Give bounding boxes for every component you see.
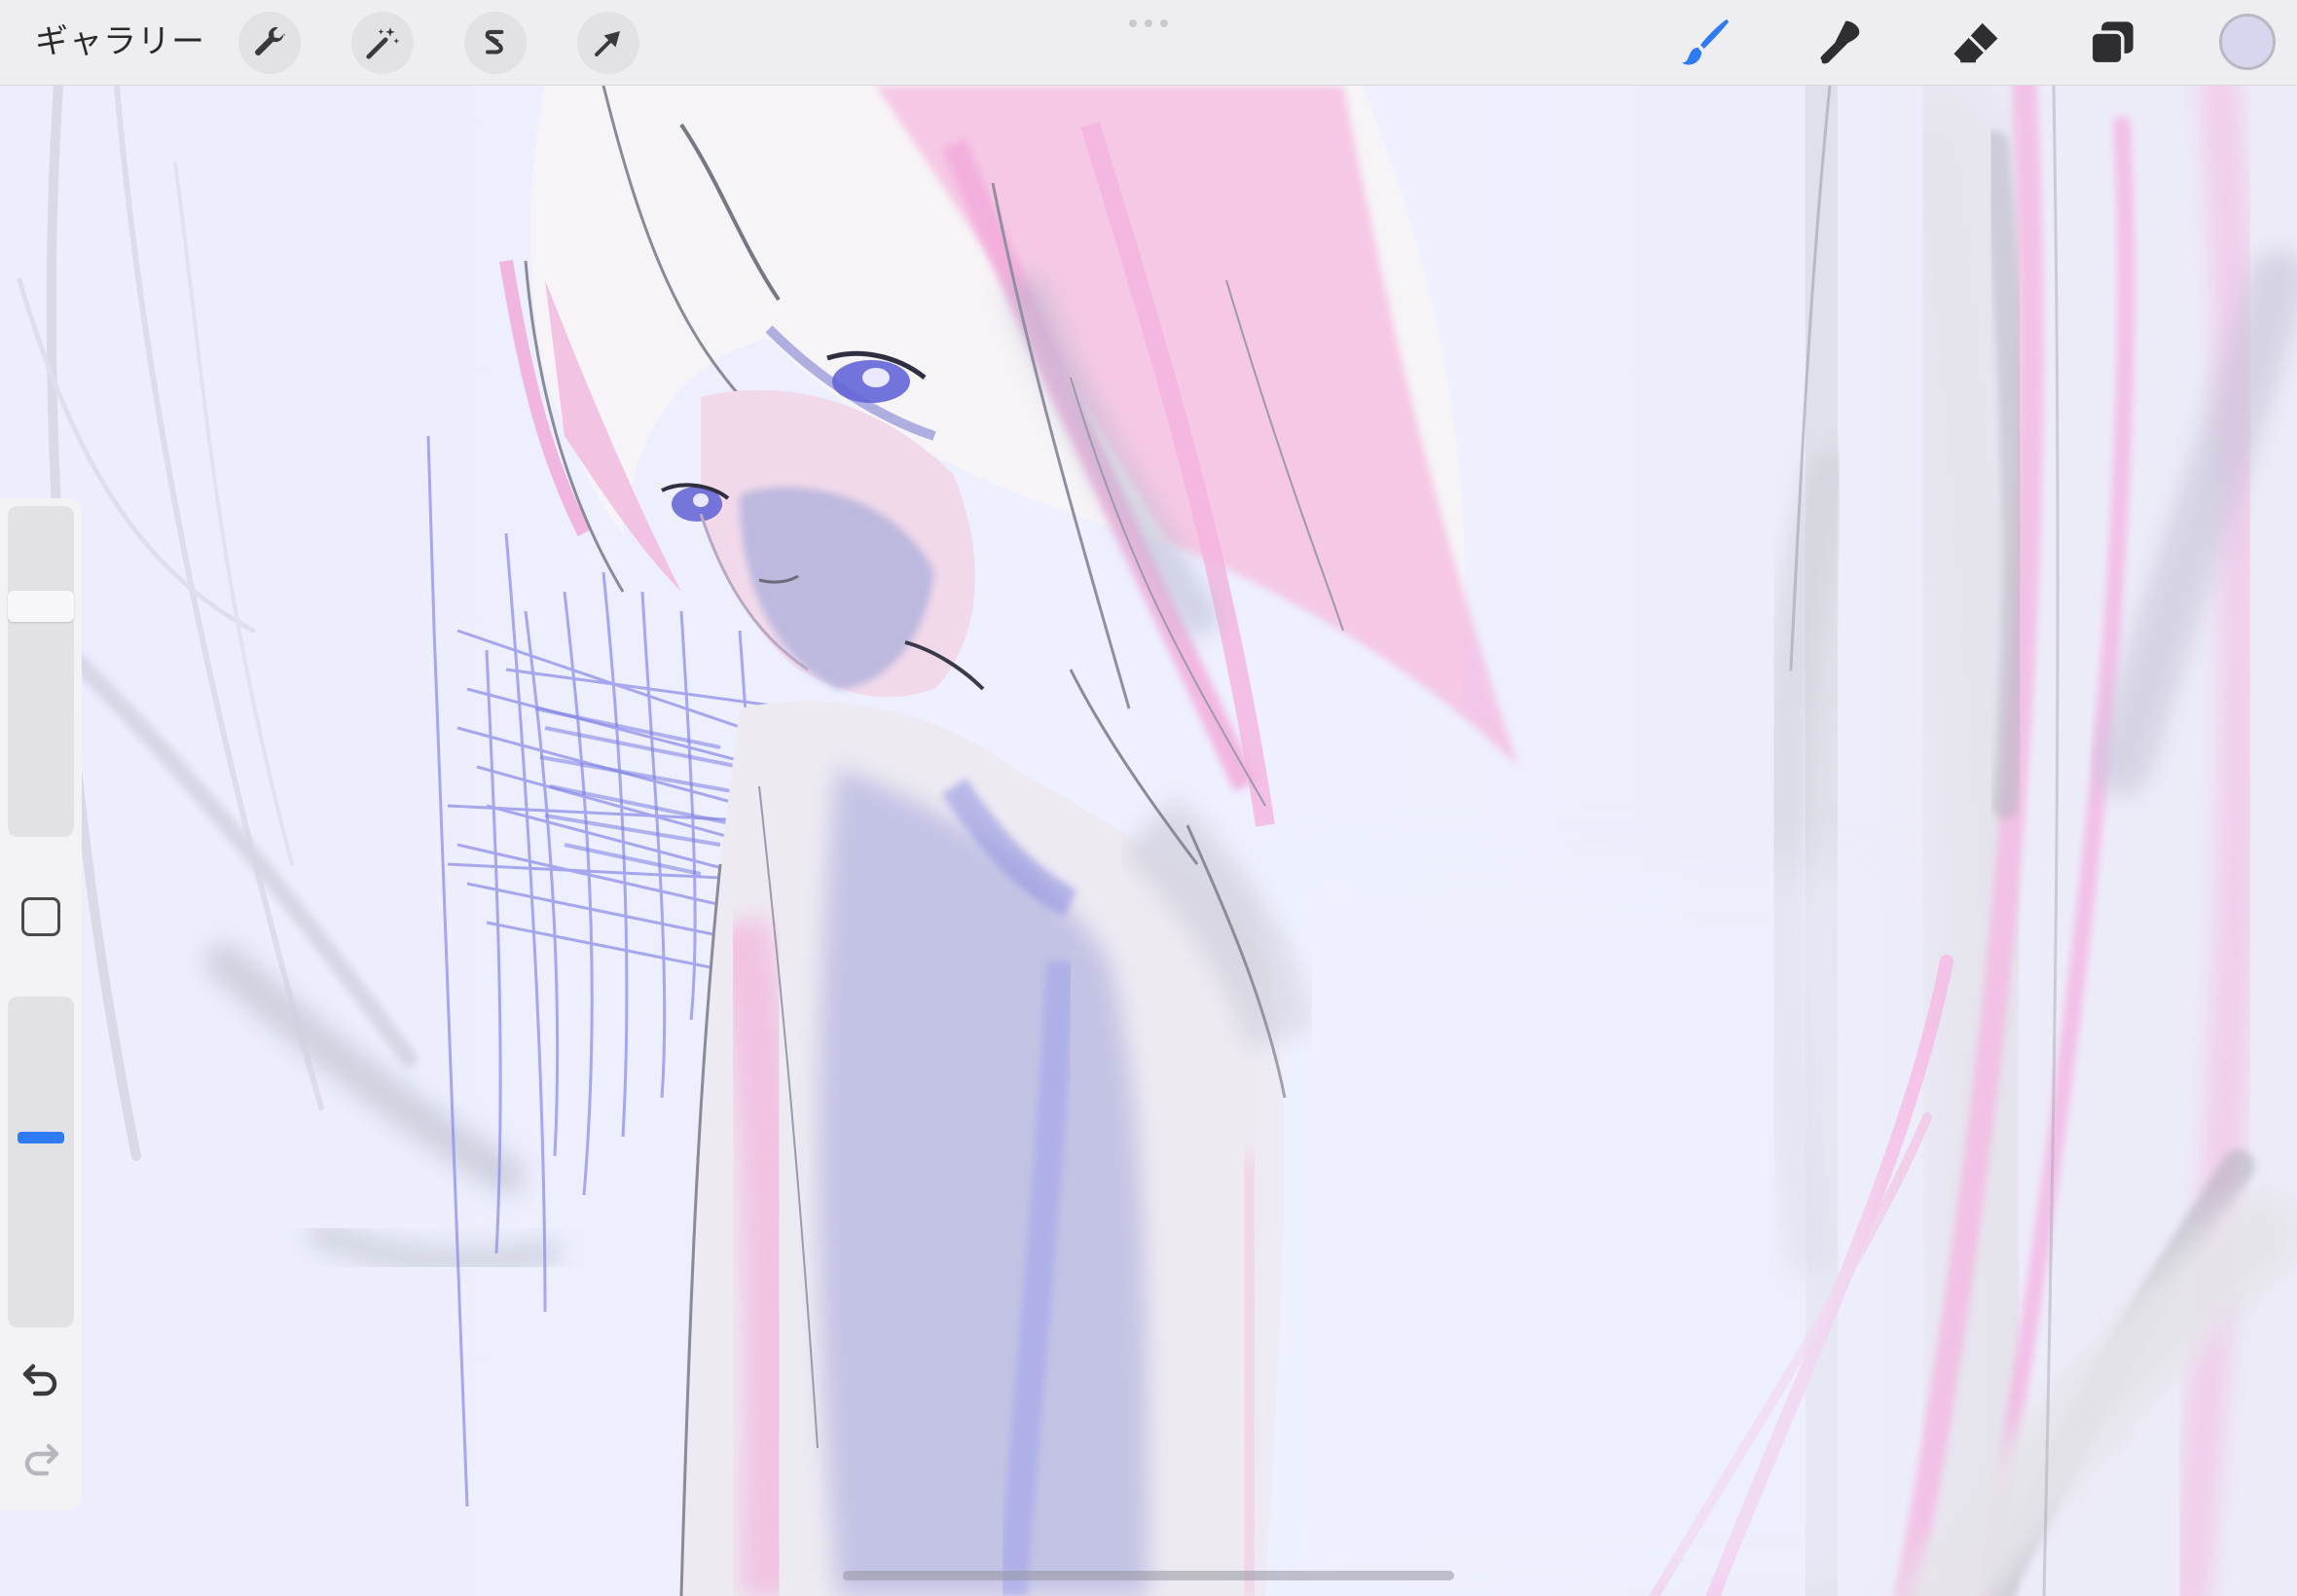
wrench-icon (255, 26, 285, 55)
undo-icon (22, 1363, 57, 1396)
brush-opacity-slider[interactable] (8, 997, 74, 1327)
transform-button[interactable] (577, 12, 639, 74)
layers-icon (2089, 21, 2133, 66)
selection-button[interactable] (464, 12, 527, 74)
eraser-icon (1953, 22, 1998, 63)
redo-button[interactable] (18, 1434, 64, 1481)
actions-button[interactable] (238, 12, 301, 74)
undo-button[interactable] (18, 1355, 64, 1401)
redo-icon (24, 1443, 59, 1476)
adjustments-button[interactable] (351, 12, 414, 74)
procreate-app: ギャラリー (0, 0, 2297, 1596)
modify-button[interactable] (21, 897, 60, 936)
arrow-cursor-icon (595, 31, 620, 56)
drawing-canvas[interactable] (0, 86, 2297, 1596)
smudge-icon (1820, 20, 1860, 64)
smudge-tool-button[interactable] (1812, 14, 1871, 72)
color-picker-button[interactable] (2219, 14, 2276, 70)
grabber-dot (1129, 19, 1137, 27)
brush-size-handle[interactable] (8, 591, 74, 622)
brush-icon (1681, 18, 1730, 65)
home-indicator[interactable] (843, 1571, 1454, 1580)
layers-button[interactable] (2083, 14, 2141, 72)
grabber-dot (1160, 19, 1168, 27)
brush-size-slider[interactable] (8, 506, 74, 837)
eraser-tool-button[interactable] (1947, 14, 2005, 72)
brush-opacity-handle[interactable] (18, 1132, 64, 1143)
brush-tool-button[interactable] (1676, 14, 1734, 72)
magic-wand-icon (366, 27, 400, 59)
gallery-button[interactable]: ギャラリー (35, 19, 205, 64)
grabber-dot (1145, 19, 1152, 27)
selection-s-icon (485, 29, 504, 54)
window-grabber[interactable] (1129, 19, 1168, 27)
top-toolbar: ギャラリー (0, 0, 2297, 86)
left-sidebar (0, 498, 82, 1510)
